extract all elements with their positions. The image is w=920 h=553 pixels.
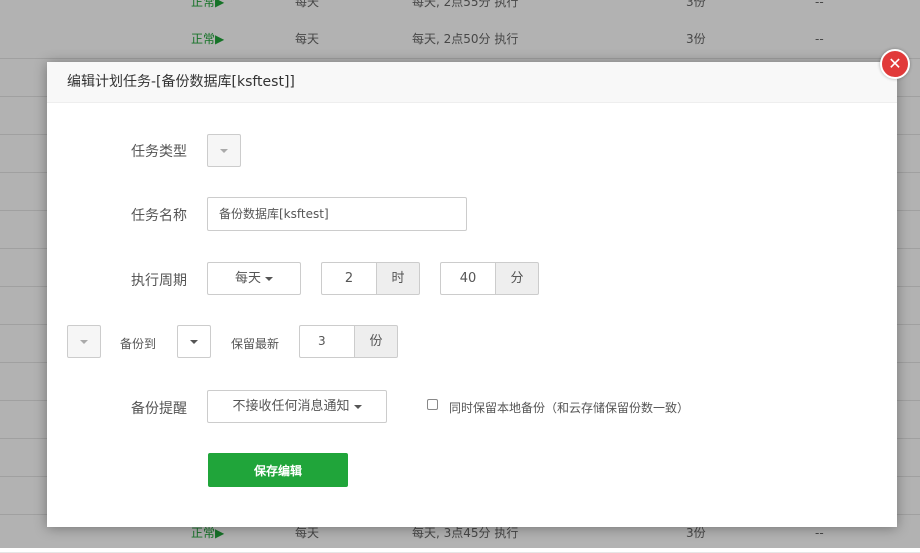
dialog-title: 编辑计划任务-[备份数据库[ksftest]] xyxy=(47,62,897,103)
schedule-label: 执行周期 xyxy=(131,273,187,289)
keep-count-input[interactable]: 3 xyxy=(299,325,355,358)
reminder-label: 备份提醒 xyxy=(131,401,187,417)
task-name-label: 任务名称 xyxy=(131,208,187,224)
close-icon[interactable]: ✕ xyxy=(880,49,910,79)
backup-to-label: 备份到 xyxy=(120,337,157,351)
edit-task-dialog: 编辑计划任务-[备份数据库[ksftest]] 任务类型 任务名称 备份数据库[… xyxy=(47,62,897,527)
database-select[interactable] xyxy=(67,325,101,358)
task-name-input[interactable]: 备份数据库[ksftest] xyxy=(207,197,467,231)
hour-value: 2 xyxy=(344,271,354,286)
backup-target-select[interactable] xyxy=(177,325,211,358)
hour-unit-label: 时 xyxy=(391,271,405,286)
minute-input[interactable]: 40 xyxy=(440,262,496,295)
period-select[interactable]: 每天 xyxy=(207,262,301,295)
chevron-down-icon xyxy=(220,148,228,153)
minute-unit: 分 xyxy=(495,262,539,295)
keep-local-label[interactable]: 同时保留本地备份（和云存储保留份数一致） xyxy=(449,399,689,416)
keep-local-checkbox[interactable] xyxy=(427,399,438,410)
hour-unit: 时 xyxy=(376,262,420,295)
task-type-label: 任务类型 xyxy=(131,144,187,160)
reminder-value: 不接收任何消息通知 xyxy=(232,399,350,414)
chevron-down-icon xyxy=(353,404,362,409)
task-name-value: 备份数据库[ksftest] xyxy=(219,207,329,221)
keep-count-unit: 份 xyxy=(354,325,398,358)
minute-unit-label: 分 xyxy=(510,271,524,286)
keep-count-value: 3 xyxy=(318,334,326,348)
task-type-select[interactable] xyxy=(207,134,241,167)
keep-latest-label: 保留最新 xyxy=(231,337,280,351)
hour-input[interactable]: 2 xyxy=(321,262,377,295)
chevron-down-icon xyxy=(190,339,198,344)
chevron-down-icon xyxy=(265,276,273,281)
reminder-select[interactable]: 不接收任何消息通知 xyxy=(207,390,387,423)
chevron-down-icon xyxy=(80,339,88,344)
minute-value: 40 xyxy=(459,271,477,286)
period-value: 每天 xyxy=(234,271,261,286)
keep-unit-label: 份 xyxy=(369,334,383,349)
save-button[interactable]: 保存编辑 xyxy=(208,453,348,487)
